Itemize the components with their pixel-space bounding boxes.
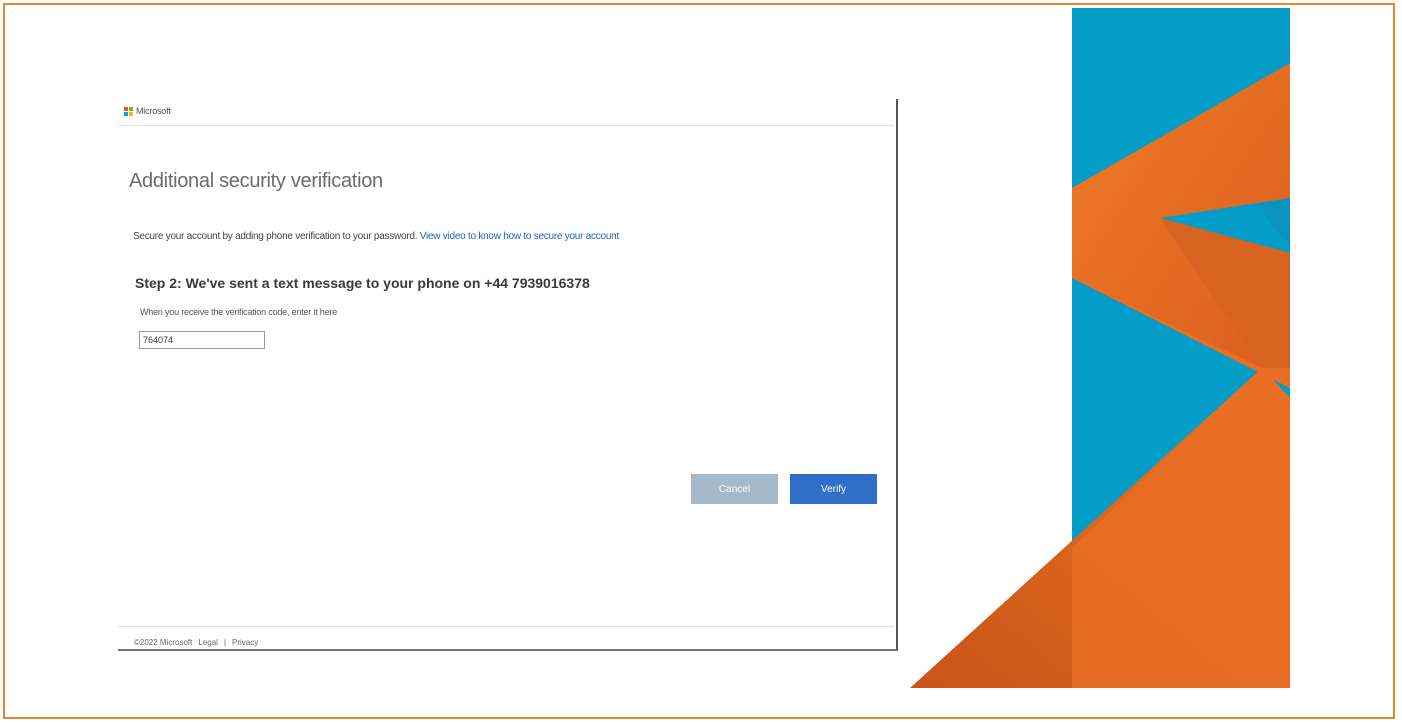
page-title: Additional security verification	[129, 170, 383, 192]
microsoft-brand-label: Microsoft	[136, 106, 171, 116]
view-video-link[interactable]: View video to know how to secure your ac…	[420, 231, 620, 242]
microsoft-verification-window: Microsoft Additional security verificati…	[118, 99, 898, 651]
copyright-text: ©2022 Microsoft	[134, 638, 193, 647]
footer-divider	[118, 626, 894, 627]
intro-text-block: Secure your account by adding phone veri…	[133, 231, 619, 242]
step-heading: Step 2: We've sent a text message to you…	[135, 275, 590, 291]
footer: ©2022 Microsoft Legal | Privacy	[134, 638, 258, 647]
intro-text: Secure your account by adding phone veri…	[133, 231, 418, 242]
header-divider	[118, 125, 894, 126]
legal-link[interactable]: Legal	[198, 638, 218, 647]
decorative-graphic	[910, 8, 1290, 688]
verify-button[interactable]: Verify	[790, 474, 877, 504]
microsoft-header: Microsoft	[124, 106, 171, 116]
cancel-button[interactable]: Cancel	[691, 474, 778, 504]
verification-code-label: When you receive the verification code, …	[140, 307, 338, 317]
footer-separator: |	[223, 638, 227, 647]
microsoft-logo-icon	[124, 106, 133, 116]
privacy-link[interactable]: Privacy	[232, 638, 258, 647]
verification-code-input[interactable]	[139, 331, 265, 349]
